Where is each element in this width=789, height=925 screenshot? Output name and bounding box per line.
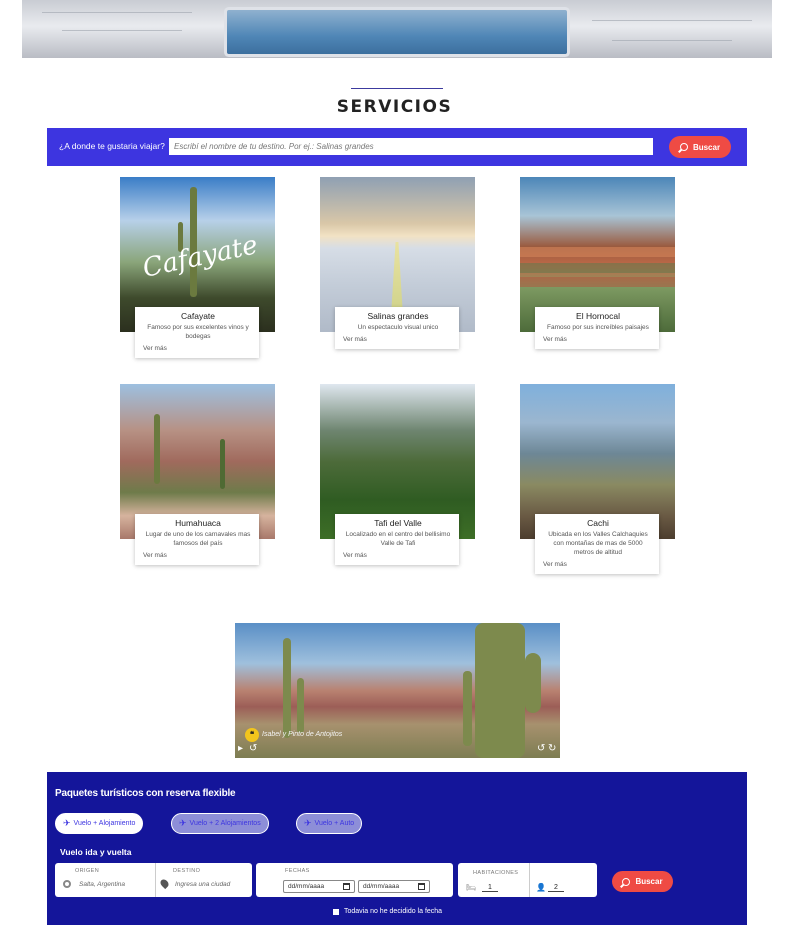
guests-count-input[interactable]: 2 bbox=[548, 884, 564, 892]
calendar-icon bbox=[343, 883, 350, 890]
card-info-box: Cachi Ubicada en los Valles Calchaquies … bbox=[535, 514, 659, 574]
search-icon bbox=[679, 143, 688, 151]
destination-card-humahuaca[interactable]: Humahuaca Lugar de uno de los carnavales… bbox=[120, 384, 275, 565]
card-description: Famoso por sus excelentes vinos y bodega… bbox=[147, 324, 249, 340]
plane-icon: ✈ bbox=[304, 818, 312, 828]
forward-icon[interactable]: ↻ bbox=[548, 743, 556, 754]
origin-icon bbox=[63, 880, 71, 888]
person-icon: 👤 bbox=[536, 883, 546, 892]
flexible-date-checkbox[interactable]: Todavia no he decidido la fecha bbox=[333, 908, 442, 915]
option-label: Vuelo + 2 Alojamientos bbox=[189, 820, 261, 827]
packages-search-label: Buscar bbox=[635, 877, 663, 886]
card-description: Famoso por sus increíbles paisajes bbox=[547, 324, 649, 331]
rewind-icon[interactable]: ↺ bbox=[249, 743, 257, 754]
ver-mas-link[interactable]: Ver más bbox=[343, 552, 453, 559]
dates-label: FECHAS bbox=[285, 868, 310, 874]
origin-label: ORIGEN bbox=[75, 868, 100, 874]
section-title: SERVICIOS bbox=[336, 97, 453, 117]
card-description: Localizado en el centro del bellisimo Va… bbox=[345, 531, 451, 547]
destination-card-el-hornocal[interactable]: El Hornocal Famoso por sus increíbles pa… bbox=[520, 177, 675, 349]
search-label: ¿A donde te gustaria viajar? bbox=[59, 141, 165, 151]
card-title: Cafayate bbox=[180, 311, 216, 321]
card-description: Ubicada en los Valles Calchaquies con mo… bbox=[548, 531, 648, 556]
card-title: Humahuaca bbox=[175, 518, 221, 528]
plane-icon: ✈ bbox=[179, 818, 187, 828]
ver-mas-link[interactable]: Ver más bbox=[143, 345, 253, 352]
search-button-label: Buscar bbox=[692, 142, 721, 152]
destination-card-salinas-grandes[interactable]: Salinas grandes Un espectaculo visual un… bbox=[320, 177, 475, 349]
destination-field[interactable]: Ingresa una ciudad bbox=[175, 881, 230, 888]
card-info-box: Cafayate Famoso por sus excelentes vinos… bbox=[135, 307, 259, 358]
ver-mas-link[interactable]: Ver más bbox=[343, 336, 453, 343]
card-description: Un espectaculo visual unico bbox=[357, 324, 439, 331]
checkbox-box[interactable] bbox=[333, 908, 339, 915]
card-description: Lugar de uno de los carnavales mas famos… bbox=[145, 531, 251, 547]
destination-card-cafayate[interactable]: Cafayate Cafayate Famoso por sus excelen… bbox=[120, 177, 275, 358]
start-date-input[interactable]: dd/mm/aaaa bbox=[283, 880, 355, 893]
bed-icon: 🛏 bbox=[466, 883, 477, 892]
option-flight-hotel[interactable]: ✈ Vuelo + Alojamiento bbox=[55, 813, 144, 834]
card-title: El Hornocal bbox=[576, 311, 620, 321]
calendar-icon bbox=[418, 883, 425, 890]
title-underline-decoration bbox=[351, 88, 443, 89]
card-title: Tafi del Valle bbox=[374, 518, 422, 528]
replay-icon[interactable]: ↺ bbox=[537, 743, 545, 754]
salt-pool-water bbox=[227, 10, 567, 54]
destination-label: DESTINO bbox=[173, 868, 201, 874]
video-caption: Isabel y Pinto de Antojitos bbox=[262, 731, 343, 738]
package-search-panel: Paquetes turísticos con reserva flexible… bbox=[47, 772, 747, 925]
destination-search-bar: ¿A donde te gustaria viajar? Buscar bbox=[47, 128, 747, 166]
search-icon bbox=[622, 877, 631, 886]
search-button[interactable]: Buscar bbox=[669, 136, 731, 158]
origin-destination-group: ORIGEN Salta, Argentina DESTINO Ingresa … bbox=[55, 863, 252, 897]
option-flight-two-hotels[interactable]: ✈ Vuelo + 2 Alojamientos bbox=[171, 813, 269, 834]
card-info-box: El Hornocal Famoso por sus increíbles pa… bbox=[535, 307, 659, 349]
card-title: Cachi bbox=[587, 518, 609, 528]
option-label: Vuelo + Auto bbox=[314, 820, 355, 827]
origin-field[interactable]: Salta, Argentina bbox=[79, 881, 125, 888]
destination-search-input[interactable] bbox=[169, 138, 653, 155]
trip-type-label: Vuelo ida y vuelta bbox=[60, 847, 132, 857]
hero-image bbox=[22, 0, 772, 58]
ver-mas-link[interactable]: Ver más bbox=[143, 552, 253, 559]
destination-card-tafi-del-valle[interactable]: Tafi del Valle Localizado en el centro d… bbox=[320, 384, 475, 565]
packages-search-button[interactable]: Buscar bbox=[612, 871, 673, 892]
start-date-value: dd/mm/aaaa bbox=[288, 883, 325, 890]
option-flight-car[interactable]: ✈ Vuelo + Auto bbox=[296, 813, 363, 834]
option-label: Vuelo + Alojamiento bbox=[73, 820, 136, 827]
end-date-value: dd/mm/aaaa bbox=[363, 883, 400, 890]
channel-logo-icon: ❝ bbox=[245, 728, 259, 742]
card-info-box: Humahuaca Lugar de uno de los carnavales… bbox=[135, 514, 259, 565]
rooms-group: HABITACIONES 🛏 1 👤 2 bbox=[458, 863, 597, 897]
end-date-input[interactable]: dd/mm/aaaa bbox=[358, 880, 430, 893]
rooms-label: HABITACIONES bbox=[473, 870, 519, 876]
destination-card-cachi[interactable]: Cachi Ubicada en los Valles Calchaquies … bbox=[520, 384, 675, 574]
ver-mas-link[interactable]: Ver más bbox=[543, 561, 653, 568]
packages-title: Paquetes turísticos con reserva flexible bbox=[55, 788, 236, 799]
flexible-date-label: Todavia no he decidido la fecha bbox=[344, 908, 443, 915]
dates-group: FECHAS dd/mm/aaaa dd/mm/aaaa bbox=[256, 863, 453, 897]
card-info-box: Salinas grandes Un espectaculo visual un… bbox=[335, 307, 459, 349]
rooms-count-input[interactable]: 1 bbox=[482, 884, 498, 892]
plane-icon: ✈ bbox=[63, 818, 71, 828]
card-info-box: Tafi del Valle Localizado en el centro d… bbox=[335, 514, 459, 565]
ver-mas-link[interactable]: Ver más bbox=[543, 336, 653, 343]
cafayate-script-text: Cafayate bbox=[140, 230, 261, 284]
card-title: Salinas grandes bbox=[367, 311, 429, 321]
location-pin-icon bbox=[158, 877, 171, 890]
play-icon[interactable]: ▸ bbox=[238, 743, 243, 754]
